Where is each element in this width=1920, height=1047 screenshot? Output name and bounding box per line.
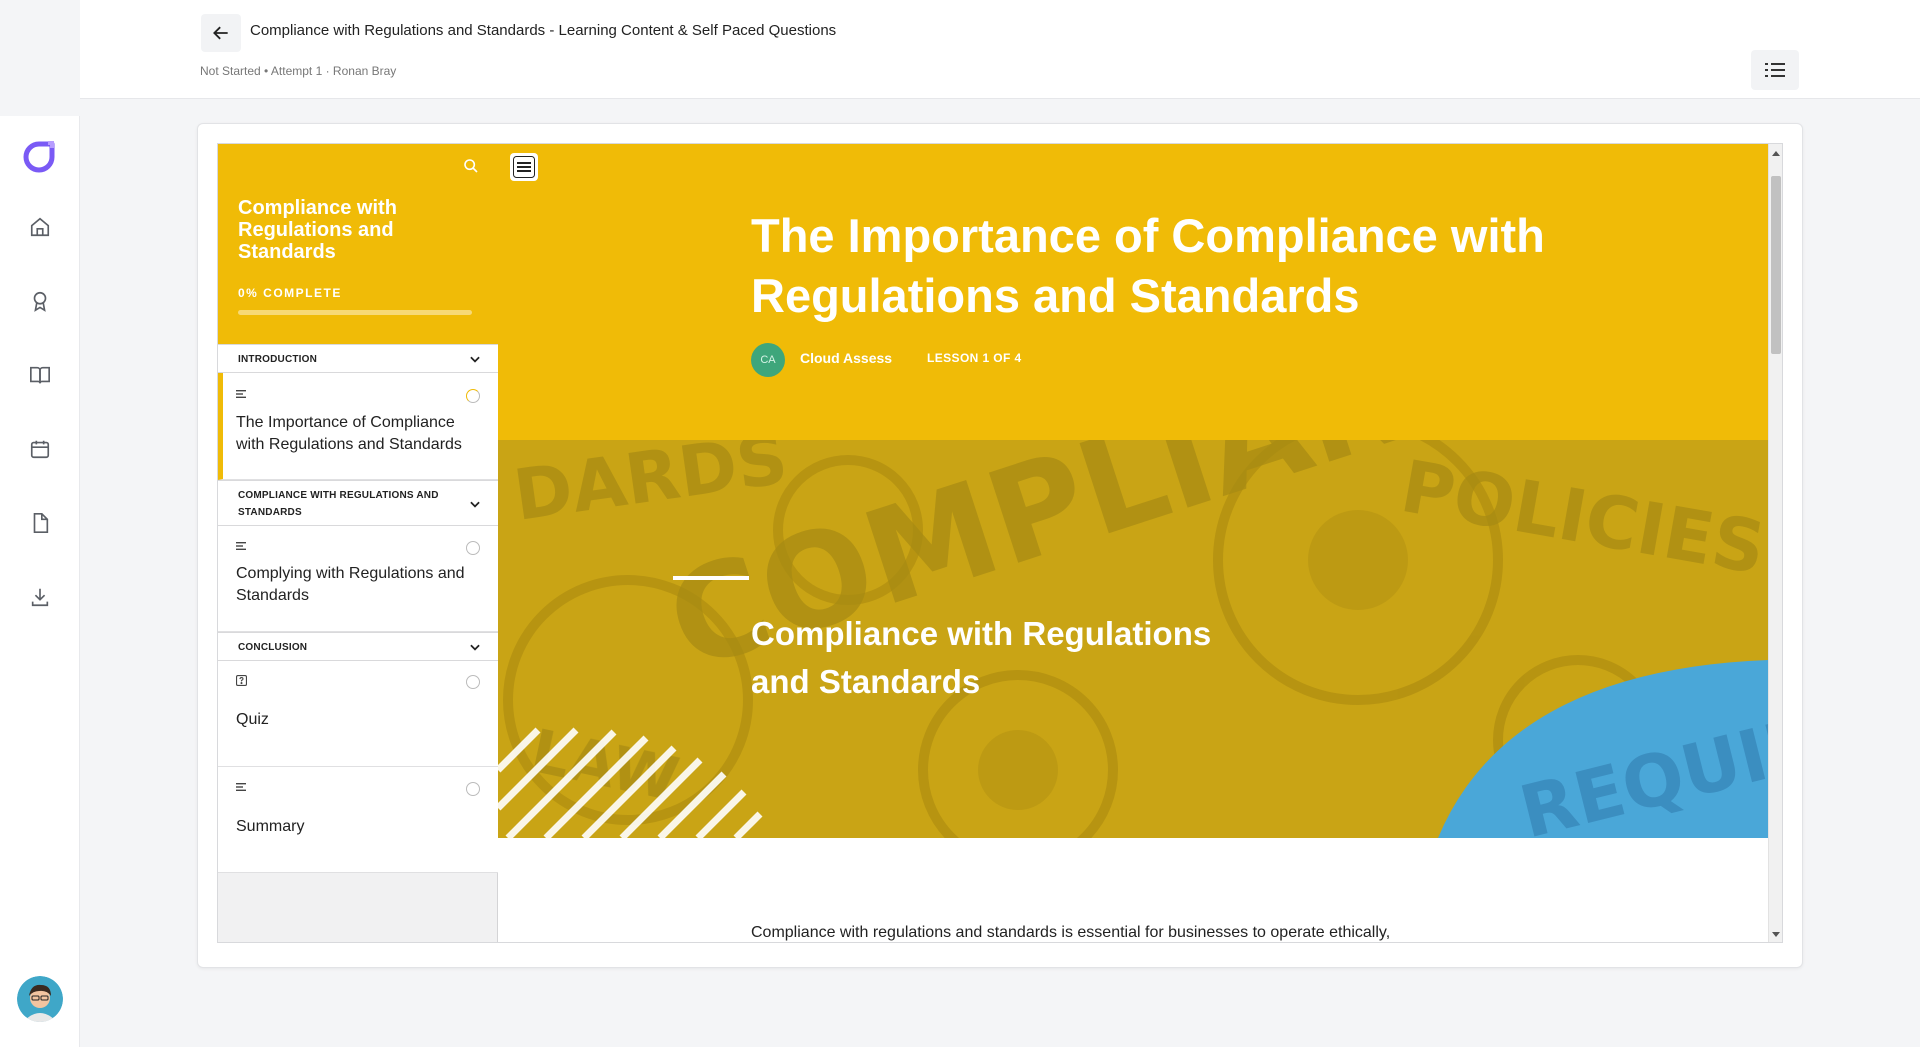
section-introduction[interactable]: INTRODUCTION bbox=[218, 344, 498, 373]
user-avatar[interactable] bbox=[17, 976, 63, 1022]
lesson-banner-image: DARDS COMPLIANCE POLICIES LAW REQUIR bbox=[498, 440, 1768, 838]
text-lesson-icon bbox=[236, 542, 246, 550]
download-icon[interactable] bbox=[26, 583, 54, 611]
app-rail bbox=[0, 0, 80, 1047]
lesson-content: The Importance of Compliance with Regula… bbox=[498, 144, 1768, 942]
lesson-item-quiz[interactable]: Quiz bbox=[218, 661, 498, 767]
section-conclusion[interactable]: CONCLUSION bbox=[218, 632, 498, 661]
course-frame: Compliance with Regulations and Standard… bbox=[217, 143, 1783, 943]
hamburger-icon bbox=[513, 156, 535, 178]
course-sidebar: Compliance with Regulations and Standard… bbox=[218, 144, 498, 942]
lesson-item-summary[interactable]: Summary bbox=[218, 767, 498, 873]
author-name: Cloud Assess bbox=[800, 350, 893, 366]
lesson-title: Complying with Regulations and Standards bbox=[236, 565, 465, 604]
chevron-down-icon bbox=[470, 356, 480, 363]
in-progress-indicator bbox=[466, 389, 480, 403]
lesson-hero: The Importance of Compliance with Regula… bbox=[498, 144, 1768, 440]
scroll-down-button[interactable] bbox=[1769, 928, 1782, 942]
back-button[interactable] bbox=[201, 14, 241, 52]
lesson-item-importance[interactable]: The Importance of Compliance with Regula… bbox=[218, 373, 498, 480]
rail-top-spacer bbox=[0, 0, 80, 116]
lesson-counter: LESSON 1 OF 4 bbox=[927, 351, 1022, 365]
lesson-title: The Importance of Compliance with Regula… bbox=[236, 414, 462, 453]
arrow-left-icon bbox=[213, 26, 228, 40]
home-icon[interactable] bbox=[26, 213, 54, 241]
caret-down-icon bbox=[1772, 932, 1780, 937]
text-lesson-icon bbox=[236, 390, 246, 398]
lesson-title: The Importance of Compliance with Regula… bbox=[751, 209, 1545, 322]
progress-label: 0% COMPLETE bbox=[238, 286, 342, 300]
chevron-down-icon bbox=[470, 644, 480, 651]
lesson-title: Summary bbox=[236, 818, 305, 835]
scroll-thumb[interactable] bbox=[1771, 176, 1781, 354]
section-label: INTRODUCTION bbox=[238, 354, 318, 365]
scroll-up-button[interactable] bbox=[1769, 146, 1782, 160]
page-title: Compliance with Regulations and Standard… bbox=[250, 22, 837, 39]
section-compliance[interactable]: COMPLIANCE WITH REGULATIONS AND STANDARD… bbox=[218, 480, 498, 526]
document-icon[interactable] bbox=[26, 509, 54, 537]
banner-divider bbox=[673, 576, 749, 580]
award-icon[interactable] bbox=[26, 287, 54, 315]
section-label: CONCLUSION bbox=[238, 642, 308, 653]
course-header: Compliance with Regulations and Standard… bbox=[218, 144, 498, 344]
search-icon bbox=[464, 159, 478, 173]
banner-title: Compliance with Regulations and Standard… bbox=[751, 615, 1212, 700]
app-logo[interactable] bbox=[22, 140, 56, 174]
content-scrollbar[interactable] bbox=[1768, 144, 1782, 942]
book-icon[interactable] bbox=[26, 361, 54, 389]
lesson-item-complying[interactable]: Complying with Regulations and Standards bbox=[218, 526, 498, 632]
attempt-status: Not Started • Attempt 1 · Ronan Bray bbox=[200, 64, 397, 78]
outline-menu-button[interactable] bbox=[1751, 50, 1799, 90]
chevron-down-icon bbox=[470, 501, 480, 508]
toggle-sidebar-button[interactable] bbox=[510, 153, 538, 181]
course-title: Compliance with Regulations and Standard… bbox=[238, 197, 397, 263]
lesson-body-text: Compliance with regulations and standard… bbox=[751, 924, 1391, 941]
top-header: Compliance with Regulations and Standard… bbox=[80, 0, 1920, 99]
section-label: COMPLIANCE WITH REGULATIONS AND STANDARD… bbox=[238, 490, 439, 518]
search-button[interactable] bbox=[460, 155, 482, 177]
calendar-icon[interactable] bbox=[26, 435, 54, 463]
not-started-indicator bbox=[466, 782, 480, 796]
not-started-indicator bbox=[466, 541, 480, 555]
caret-up-icon bbox=[1772, 151, 1780, 156]
progress-bar bbox=[238, 310, 472, 315]
lesson-title: Quiz bbox=[236, 711, 269, 728]
list-icon bbox=[1765, 63, 1785, 77]
text-lesson-icon bbox=[236, 783, 246, 791]
not-started-indicator bbox=[466, 675, 480, 689]
quiz-icon bbox=[236, 675, 247, 686]
author-avatar: CA bbox=[751, 343, 785, 377]
